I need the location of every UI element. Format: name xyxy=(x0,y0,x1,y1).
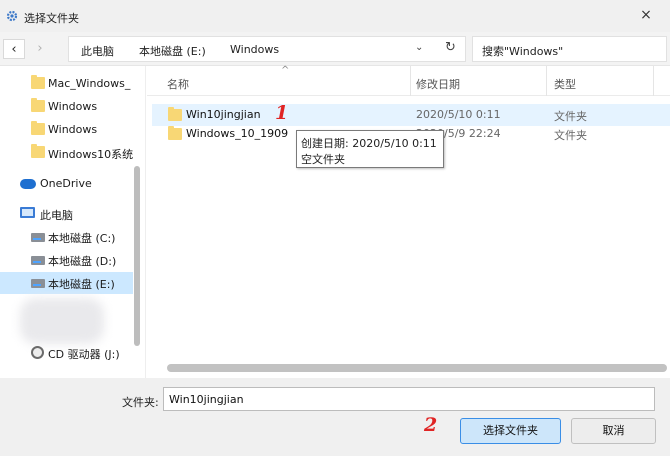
back-button[interactable]: ‹ xyxy=(3,39,25,59)
folder-icon xyxy=(168,126,182,140)
sidebar-item-drive-c[interactable]: 本地磁盘 (C:) xyxy=(0,226,133,248)
sidebar-item-label: Mac_Windows_ xyxy=(48,77,131,90)
refresh-icon[interactable]: ↻ xyxy=(445,40,456,55)
sidebar-item-mac-windows[interactable]: Mac_Windows_ xyxy=(0,73,133,95)
sidebar-item-label: 本地磁盘 (D:) xyxy=(48,255,117,268)
close-button[interactable]: × xyxy=(634,4,658,26)
sidebar-item-this-pc[interactable]: 此电脑 xyxy=(0,203,133,225)
horizontal-scrollbar[interactable] xyxy=(167,364,667,372)
gear-icon xyxy=(6,10,18,22)
cancel-button[interactable]: 取消 xyxy=(571,418,656,444)
sidebar-item-label: 此电脑 xyxy=(40,209,73,222)
dialog-footer: 文件夹: Win10jingjian 2 选择文件夹 取消 xyxy=(0,378,670,456)
folder-field-label: 文件夹: xyxy=(122,396,159,409)
sidebar-item-windows-2[interactable]: Windows xyxy=(0,119,133,141)
sidebar-item-label: Windows10系统 xyxy=(48,148,133,161)
column-header-type[interactable]: 类型 xyxy=(554,76,576,92)
drive-icon xyxy=(31,233,45,242)
search-input[interactable]: 搜索"Windows" xyxy=(472,36,667,62)
sidebar-item-label: OneDrive xyxy=(40,177,92,190)
select-folder-button[interactable]: 选择文件夹 xyxy=(460,418,561,444)
tooltip-empty-folder: 空文件夹 xyxy=(301,153,345,166)
folder-name-value: Win10jingjian xyxy=(169,393,244,406)
drive-icon xyxy=(31,279,45,288)
file-type: 文件夹 xyxy=(554,129,587,142)
breadcrumb-windows[interactable]: Windows xyxy=(230,43,279,56)
sidebar-item-onedrive[interactable]: OneDrive xyxy=(0,173,133,195)
address-bar[interactable]: 此电脑 本地磁盘 (E:) Windows ⌄ ↻ xyxy=(68,36,466,62)
sidebar-item-windows10[interactable]: Windows10系统 xyxy=(0,142,133,164)
column-header-date[interactable]: 修改日期 xyxy=(416,76,460,92)
cloud-icon xyxy=(20,179,36,189)
folder-icon xyxy=(31,121,45,135)
annotation-number-2: 2 xyxy=(424,414,438,436)
column-divider[interactable] xyxy=(546,66,547,96)
file-type: 文件夹 xyxy=(554,110,587,123)
title-bar: 选择文件夹 × xyxy=(0,0,670,32)
sidebar-item-windows-1[interactable]: Windows xyxy=(0,96,133,118)
file-name: Win10jingjian xyxy=(186,108,261,121)
cd-drive-icon xyxy=(31,346,44,359)
folder-icon xyxy=(31,75,45,89)
folder-icon xyxy=(31,144,45,158)
address-row: ‹ › 此电脑 本地磁盘 (E:) Windows ⌄ ↻ 搜索"Windows… xyxy=(0,32,670,66)
annotation-number-1: 1 xyxy=(275,102,289,124)
column-header-row: ^ 名称 修改日期 类型 xyxy=(147,65,670,96)
navigation-sidebar: Mac_Windows_ Windows Windows Windows10系统… xyxy=(0,66,146,378)
folder-icon xyxy=(168,107,182,121)
sidebar-item-label: CD 驱动器 (J:) xyxy=(48,348,120,361)
file-name: Windows_10_1909 xyxy=(186,127,289,140)
folder-name-input[interactable]: Win10jingjian xyxy=(163,387,655,411)
folder-tooltip: 创建日期: 2020/5/10 0:11 空文件夹 xyxy=(296,130,444,168)
column-divider[interactable] xyxy=(410,66,411,96)
column-divider[interactable] xyxy=(653,66,654,96)
sidebar-scrollbar[interactable] xyxy=(134,166,140,346)
sidebar-item-label: 本地磁盘 (C:) xyxy=(48,232,116,245)
breadcrumb-this-pc[interactable]: 此电脑 xyxy=(81,43,114,59)
drive-icon xyxy=(31,256,45,265)
tooltip-created-date: 创建日期: 2020/5/10 0:11 xyxy=(301,137,437,150)
sidebar-item-drive-d[interactable]: 本地磁盘 (D:) xyxy=(0,249,133,271)
sidebar-item-label: 本地磁盘 (E:) xyxy=(48,278,115,291)
sidebar-item-label: Windows xyxy=(48,100,98,113)
file-list-pane: ^ 名称 修改日期 类型 Win10jingjian 2020/5/10 0:1… xyxy=(147,65,670,378)
search-placeholder: 搜索"Windows" xyxy=(482,45,564,58)
window-title: 选择文件夹 xyxy=(24,12,79,25)
sidebar-item-drive-e[interactable]: 本地磁盘 (E:) xyxy=(0,272,133,294)
sidebar-item-label: Windows xyxy=(48,123,98,136)
file-date: 2020/5/10 0:11 xyxy=(416,108,501,121)
folder-icon xyxy=(31,98,45,112)
chevron-down-icon[interactable]: ⌄ xyxy=(415,42,423,53)
sort-ascending-icon[interactable]: ^ xyxy=(281,65,289,76)
forward-button[interactable]: › xyxy=(29,39,51,59)
column-header-name[interactable]: 名称 xyxy=(167,76,189,92)
redacted-area xyxy=(20,298,104,344)
computer-icon xyxy=(20,207,35,218)
sidebar-item-cd-drive[interactable]: CD 驱动器 (J:) xyxy=(0,342,133,364)
breadcrumb-drive-e[interactable]: 本地磁盘 (E:) xyxy=(139,43,206,59)
